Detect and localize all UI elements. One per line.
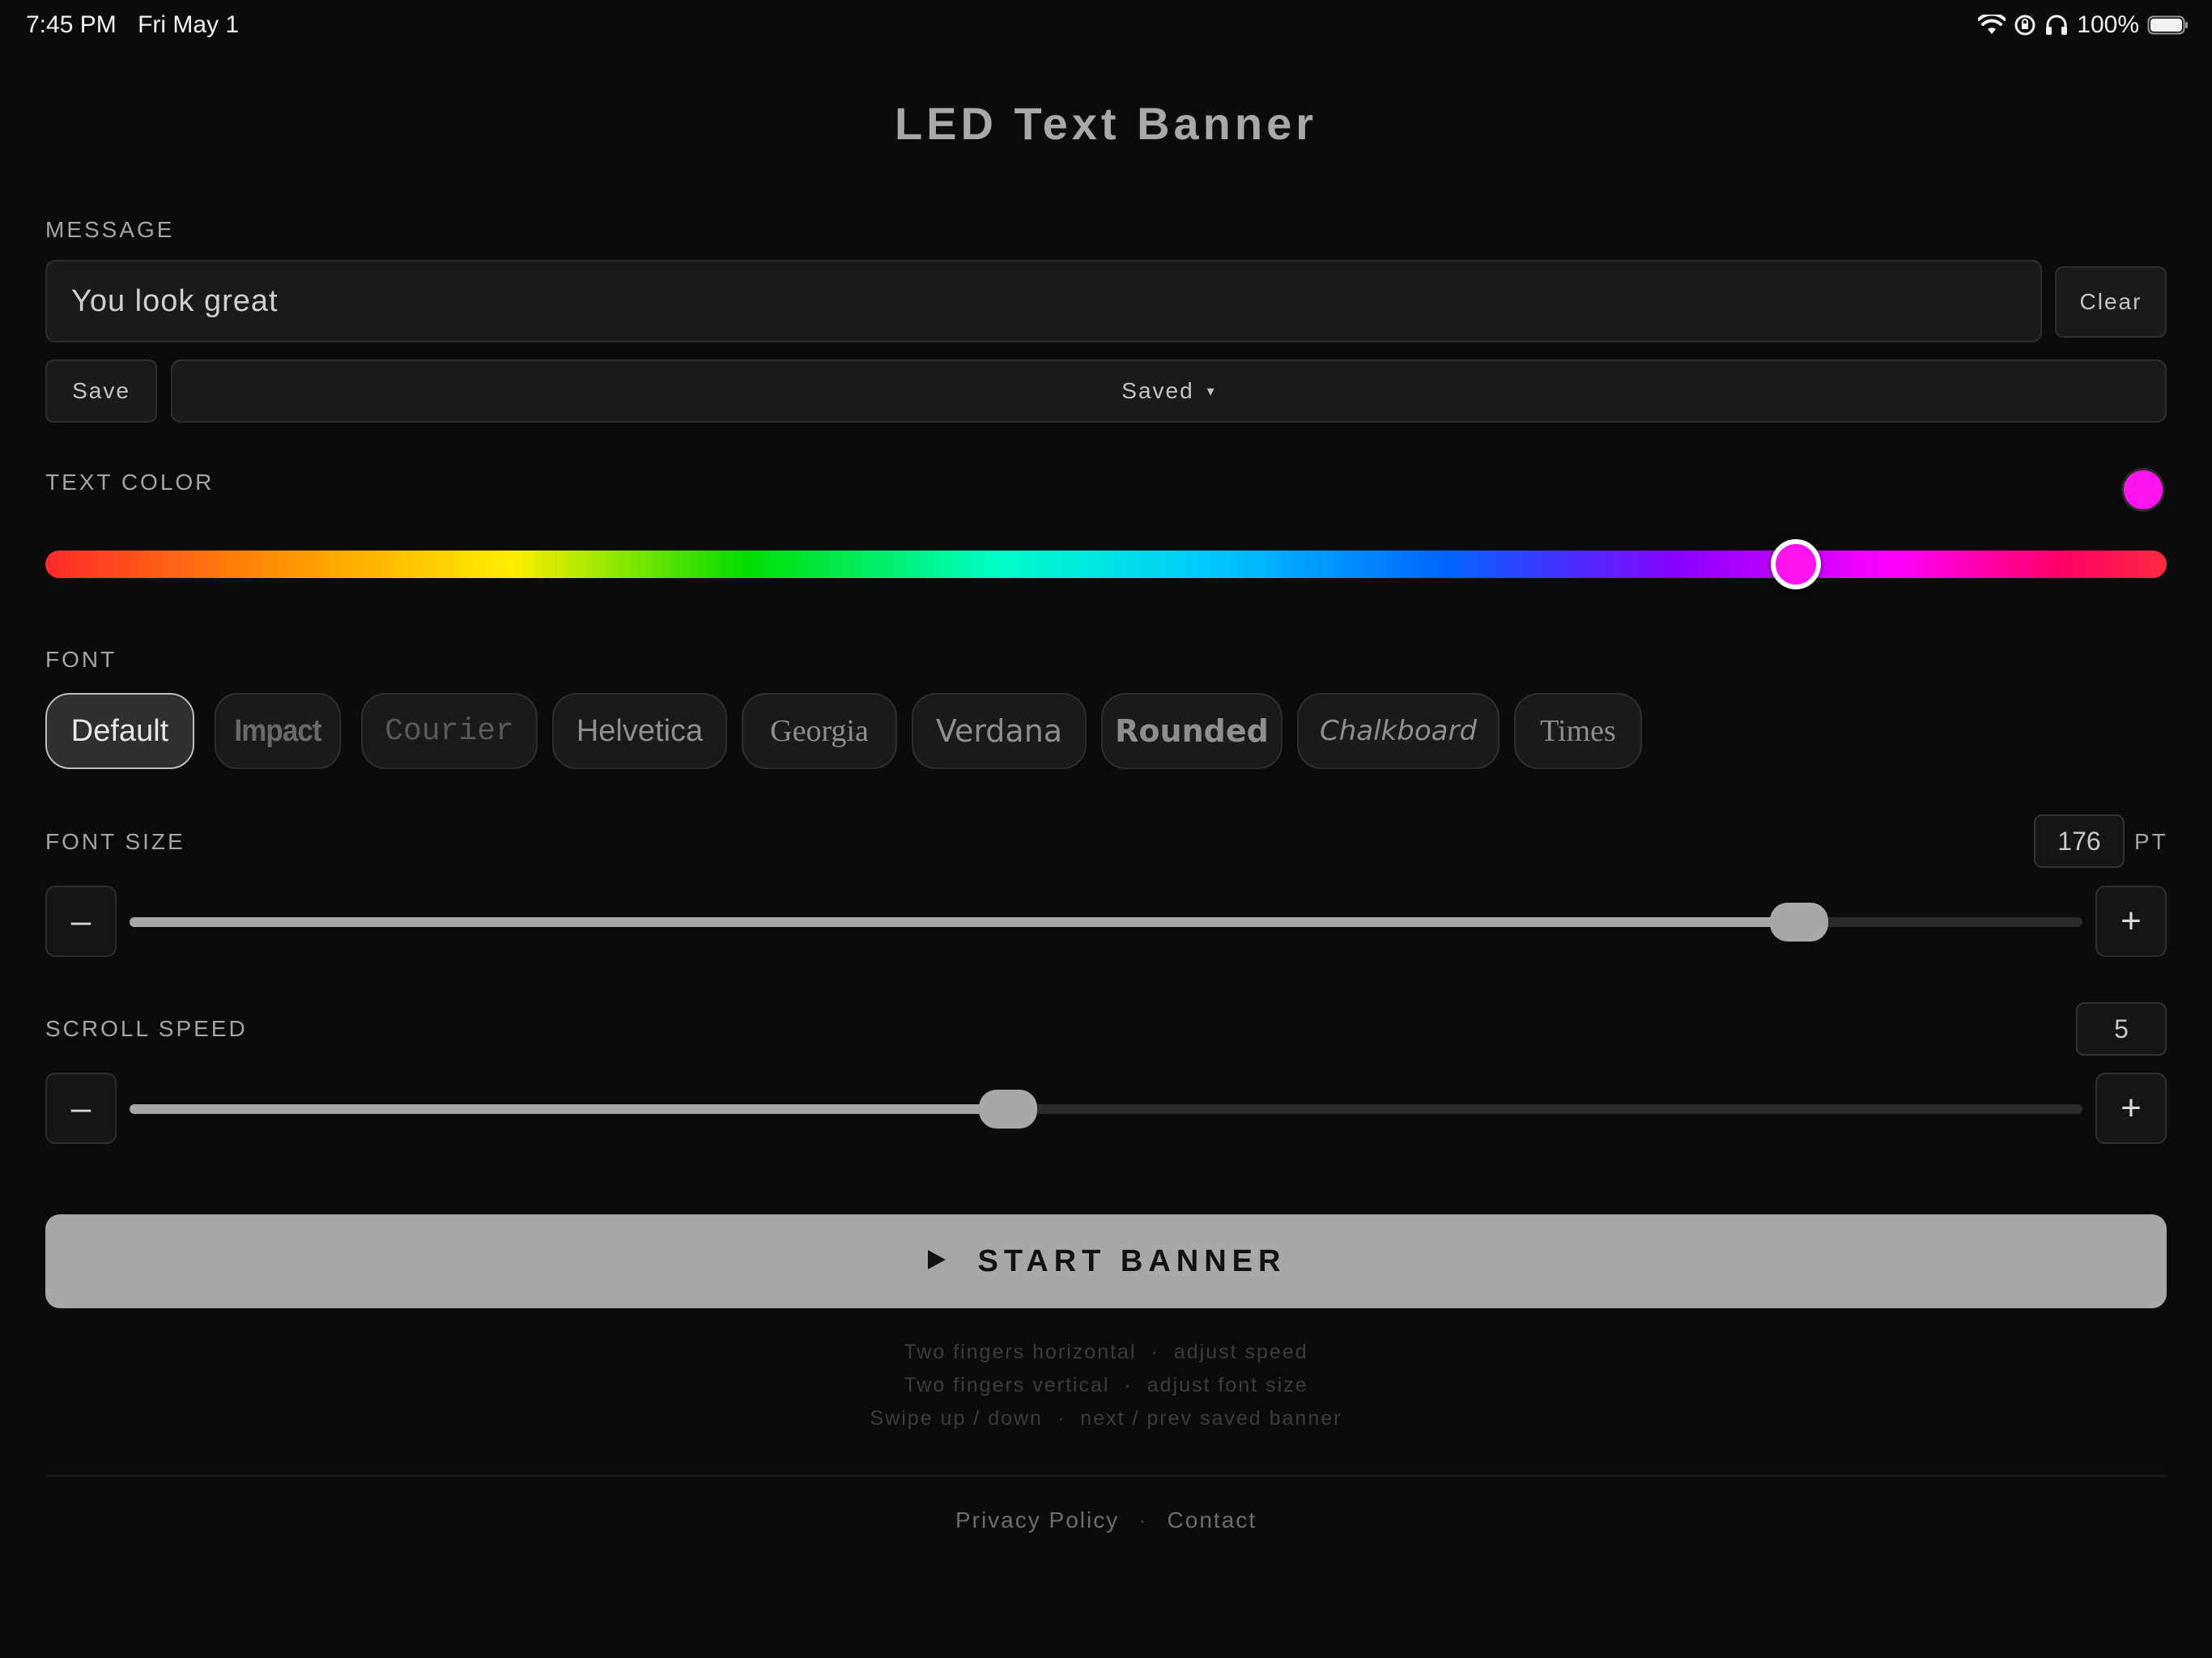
font-size-value[interactable]: 176 [2034,814,2125,868]
contact-link[interactable]: Contact [1168,1507,1257,1533]
hint-action: next / prev saved banner [1080,1407,1342,1430]
hint-gesture: Swipe up / down [870,1407,1043,1430]
hint-swipe: Swipe up / down · next / prev saved banner [0,1407,2212,1431]
start-banner-button[interactable]: START BANNER [45,1214,2167,1308]
battery-percent: 100% [2077,11,2139,38]
privacy-policy-link[interactable]: Privacy Policy [955,1507,1119,1533]
font-size-label: FONT SIZE [45,829,185,854]
hue-slider-thumb[interactable] [1770,539,1821,589]
wifi-icon [1978,15,2006,36]
font-chip-verdana[interactable]: Verdana [912,693,1087,769]
hint-separator: · [1057,1407,1066,1430]
font-chip-times[interactable]: Times [1514,693,1642,769]
font-chip-impact[interactable]: Impact [214,693,342,769]
page-title: LED Text Banner [894,98,1318,149]
scroll-speed-slider-fill [130,1104,1009,1114]
headphones-icon [2044,14,2069,36]
hint-separator: · [1151,1341,1159,1363]
status-left: 7:45 PM Fri May 1 [26,11,253,39]
start-banner-label: START BANNER [977,1244,1287,1278]
scroll-speed-value[interactable]: 5 [2076,1002,2167,1056]
chevron-down-icon: ▾ [1206,382,1216,399]
font-chip-courier[interactable]: Courier [361,693,538,769]
footer-separator: · [1138,1507,1148,1533]
footer: Privacy Policy · Contact [0,1507,2212,1533]
font-chip-chalkboard[interactable]: Chalkboard [1297,693,1499,769]
hint-speed: Two fingers horizontal · adjust speed [0,1341,2212,1364]
message-input[interactable]: You look great [45,260,2042,342]
hint-gesture: Two fingers horizontal [904,1341,1137,1363]
hint-font-size: Two fingers vertical · adjust font size [0,1374,2212,1397]
scroll-speed-label: SCROLL SPEED [45,1016,248,1041]
scroll-speed-decrease-button[interactable]: – [45,1073,117,1144]
font-size-slider-track[interactable] [130,903,2082,942]
status-bar: 7:45 PM Fri May 1 100% [0,0,2212,52]
font-size-unit: PT [2134,829,2168,854]
orientation-lock-icon [2014,14,2036,36]
battery-icon [2147,15,2189,36]
message-label: MESSAGE [45,217,175,242]
scroll-speed-slider-track[interactable] [130,1090,2082,1129]
font-size-decrease-button[interactable]: – [45,886,117,957]
hint-action: adjust speed [1173,1341,1308,1363]
font-chip-helvetica[interactable]: Helvetica [552,693,727,769]
play-icon [926,1248,947,1275]
scroll-speed-slider-thumb[interactable] [979,1090,1038,1129]
font-options: Default Impact Courier Helvetica Georgia… [45,693,1642,769]
hint-gesture: Two fingers vertical [904,1374,1110,1397]
font-size-slider-thumb[interactable] [1770,903,1829,942]
saved-banners-select[interactable]: Saved ▾ [171,359,2167,423]
saved-select-label: Saved [1121,378,1194,403]
font-chip-rounded[interactable]: Rounded [1101,693,1283,769]
status-date: Fri May 1 [138,11,240,38]
font-size-slider-fill [130,917,1800,927]
font-label: FONT [45,647,117,672]
scroll-speed-increase-button[interactable]: + [2095,1073,2167,1144]
status-right: 100% [1978,11,2189,39]
font-size-increase-button[interactable]: + [2095,886,2167,957]
text-color-label: TEXT COLOR [45,470,215,495]
font-chip-georgia[interactable]: Georgia [742,693,897,769]
color-swatch [2121,468,2165,512]
save-button[interactable]: Save [45,359,157,423]
hue-slider-track[interactable] [45,551,2167,578]
hint-action: adjust font size [1146,1374,1308,1397]
status-time: 7:45 PM [26,11,117,38]
clear-button[interactable]: Clear [2055,266,2167,338]
footer-divider [45,1475,2167,1477]
hint-separator: · [1124,1374,1133,1397]
font-chip-default[interactable]: Default [45,693,194,769]
